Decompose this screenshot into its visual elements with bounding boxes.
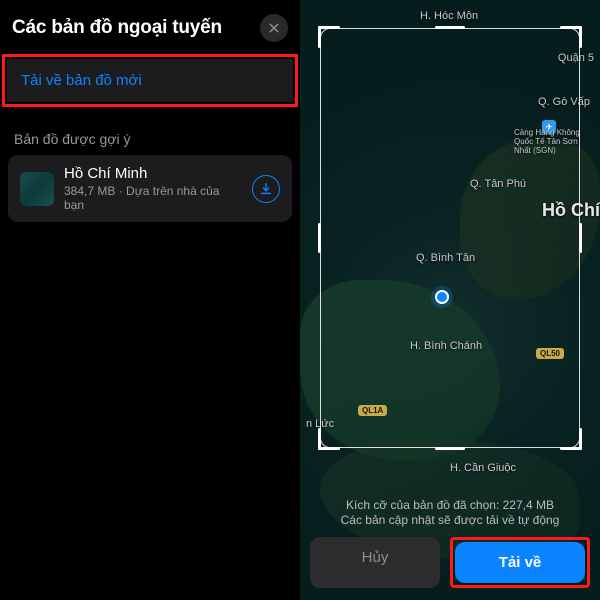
footer-button-row: Hủy Tải về	[310, 537, 590, 588]
map-footer: Kích cỡ của bản đồ đã chọn: 227,4 MB Các…	[300, 488, 600, 600]
map-update-text: Các bản cập nhật sẽ được tải về tự động	[310, 513, 590, 527]
suggested-map-meta: 384,7 MB · Dựa trên nhà của bạn	[64, 184, 242, 212]
crop-handle-bottom[interactable]	[435, 447, 465, 450]
close-button[interactable]	[260, 14, 288, 42]
tutorial-highlight-new-map: Tải về bản đồ mới	[2, 54, 298, 107]
tutorial-highlight-download: Tải về	[450, 537, 590, 588]
suggested-map-name: Hồ Chí Minh	[64, 165, 242, 182]
suggested-map-text: Hồ Chí Minh 384,7 MB · Dựa trên nhà của …	[64, 165, 242, 212]
crop-handle-top-left[interactable]	[318, 26, 340, 48]
download-suggested-button[interactable]	[252, 175, 280, 203]
offline-maps-sheet: Các bản đồ ngoại tuyến Tải về bản đồ mới…	[0, 0, 300, 600]
sheet-header: Các bản đồ ngoại tuyến	[0, 0, 300, 54]
crop-handle-top-right[interactable]	[560, 26, 582, 48]
map-thumbnail	[20, 172, 54, 206]
download-button[interactable]: Tải về	[455, 542, 585, 583]
close-icon	[268, 22, 280, 34]
suggested-maps-header: Bản đồ được gợi ý	[0, 107, 300, 155]
map-crop-frame[interactable]	[320, 28, 580, 448]
map-size-text: Kích cỡ của bản đồ đã chọn: 227,4 MB	[310, 498, 590, 512]
crop-handle-right[interactable]	[579, 223, 582, 253]
crop-handle-bottom-left[interactable]	[318, 428, 340, 450]
download-new-map-item[interactable]: Tải về bản đồ mới	[7, 59, 293, 102]
sheet-title: Các bản đồ ngoại tuyến	[12, 17, 222, 39]
suggested-map-row[interactable]: Hồ Chí Minh 384,7 MB · Dựa trên nhà của …	[8, 155, 292, 222]
crop-handle-top[interactable]	[435, 26, 465, 29]
cancel-button[interactable]: Hủy	[310, 537, 440, 588]
download-icon	[259, 182, 273, 196]
crop-handle-bottom-right[interactable]	[560, 428, 582, 450]
map-selection-pane: H. Hóc Môn Quận 5 Q. Gò Vấp ✈ Cảng Hàng …	[300, 0, 600, 600]
crop-handle-left[interactable]	[318, 223, 321, 253]
